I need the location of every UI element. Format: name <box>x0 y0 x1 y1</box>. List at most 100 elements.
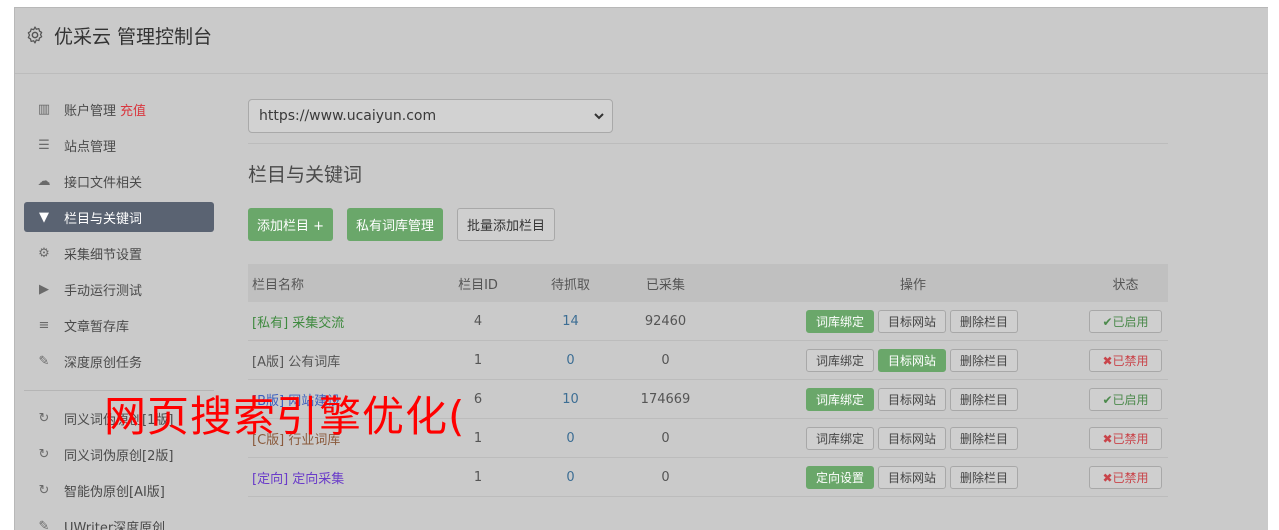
delete-column-button[interactable]: 删除栏目 <box>950 348 1019 372</box>
toolbar: 添加栏目 + 私有词库管理 批量添加栏目 <box>248 208 556 241</box>
server-icon: ☰ <box>38 137 50 153</box>
divider <box>248 143 1168 144</box>
target-site-button[interactable]: 目标网站 <box>878 387 947 411</box>
status-toggle[interactable]: ✖已禁用 <box>1089 348 1162 372</box>
row-actions: 词库绑定 目标网站 删除栏目 <box>718 426 1083 450</box>
page: 优采云 管理控制台 ▥ 账户管理 充值 ☰ 站点管理 ☁ 接口文件相关 ▼ 栏目… <box>0 0 1279 530</box>
directed-settings-button[interactable]: 定向设置 <box>806 465 875 489</box>
sidebar-item-label: 接口文件相关 <box>64 175 143 191</box>
sidebar-item-label: 手动运行测试 <box>64 283 143 299</box>
sidebar-item-interface-files[interactable]: ☁ 接口文件相关 <box>24 166 214 196</box>
status-toggle[interactable]: ✔已启用 <box>1089 387 1162 411</box>
status-toggle[interactable]: ✔已启用 <box>1089 309 1162 333</box>
header-collected: 已采集 <box>645 277 685 293</box>
header-ops: 操作 <box>900 277 927 293</box>
sidebar-item-columns-keywords[interactable]: ▼ 栏目与关键词 <box>24 202 214 232</box>
scrollbar[interactable] <box>1268 0 1279 530</box>
delete-column-button[interactable]: 删除栏目 <box>950 465 1019 489</box>
bind-library-button[interactable]: 词库绑定 <box>806 348 875 372</box>
row-actions: 词库绑定 目标网站 删除栏目 <box>718 387 1083 411</box>
bind-library-button[interactable]: 词库绑定 <box>806 309 875 333</box>
sidebar-item-manual-run[interactable]: ▶ 手动运行测试 <box>24 274 214 304</box>
column-name: 公有词库 <box>288 354 341 370</box>
watermark-overlay-text: 网页搜索引擎优化( <box>104 392 466 441</box>
sidebar-item-label: 深度原创任务 <box>64 355 143 371</box>
row-actions: 词库绑定 目标网站 删除栏目 <box>718 309 1083 333</box>
add-column-button[interactable]: 添加栏目 + <box>248 208 334 241</box>
column-id: 1 <box>473 352 483 368</box>
sidebar-item-collect-settings[interactable]: ⚙ 采集细节设置 <box>24 238 214 268</box>
sidebar-item-ai-rewrite[interactable]: ↻ 智能伪原创[AI版] <box>24 475 214 505</box>
collected-count: 0 <box>661 469 670 485</box>
wait-count[interactable]: 10 <box>528 392 613 407</box>
sidebar-item-sites[interactable]: ☰ 站点管理 <box>24 130 214 160</box>
status-toggle[interactable]: ✖已禁用 <box>1089 465 1162 489</box>
target-site-button[interactable]: 目标网站 <box>878 348 947 372</box>
collected-count: 174669 <box>640 391 691 407</box>
target-site-button[interactable]: 目标网站 <box>878 309 947 333</box>
bar-chart-icon: ▥ <box>37 101 51 117</box>
column-id: 4 <box>473 313 483 329</box>
wait-count[interactable]: 14 <box>528 314 613 329</box>
sidebar-item-deep-original[interactable]: ✎ 深度原创任务 <box>24 346 214 376</box>
header-wait: 待抓取 <box>550 277 590 293</box>
sidebar-item-label: 文章暂存库 <box>64 319 130 335</box>
top-edge <box>0 0 1279 7</box>
bind-library-button[interactable]: 词库绑定 <box>806 387 875 411</box>
filter-icon: ▼ <box>39 209 49 225</box>
columns-table: 栏目名称 栏目ID 待抓取 已采集 操作 状态 [私有] 采集交流 4 14 9… <box>248 264 1168 497</box>
app-title: 优采云 管理控制台 <box>54 26 213 48</box>
target-site-button[interactable]: 目标网站 <box>878 426 947 450</box>
table-header: 栏目名称 栏目ID 待抓取 已采集 操作 状态 <box>248 264 1168 302</box>
wait-count[interactable]: 0 <box>528 470 613 485</box>
delete-column-button[interactable]: 删除栏目 <box>950 309 1019 333</box>
private-library-button[interactable]: 私有词库管理 <box>347 208 444 241</box>
table-row: [定向] 定向采集 1 0 0 定向设置 目标网站 删除栏目 ✖已禁用 <box>248 458 1168 497</box>
column-name-link[interactable]: [定向] 定向采集 <box>248 468 428 487</box>
collected-count: 92460 <box>644 313 687 329</box>
column-name-link[interactable]: [A版] 公有词库 <box>248 351 428 370</box>
edit-icon: ✎ <box>38 518 50 530</box>
column-id: 1 <box>473 469 483 485</box>
sidebar-item-label: 同义词伪原创[2版] <box>64 448 174 464</box>
wait-count[interactable]: 0 <box>528 353 613 368</box>
header-id: 栏目ID <box>458 277 498 293</box>
header-status: 状态 <box>1112 277 1139 293</box>
refresh-icon: ↻ <box>38 446 50 462</box>
column-tag: [私有] <box>252 315 289 331</box>
delete-column-button[interactable]: 删除栏目 <box>950 426 1019 450</box>
page-title: 栏目与关键词 <box>248 164 363 186</box>
collected-count: 0 <box>661 352 670 368</box>
column-name: 采集交流 <box>292 315 345 331</box>
edit-icon: ✎ <box>38 353 50 369</box>
wait-count[interactable]: 0 <box>528 431 613 446</box>
site-select[interactable]: https://www.ucaiyun.com <box>248 99 613 133</box>
delete-column-button[interactable]: 删除栏目 <box>950 387 1019 411</box>
table-row: [私有] 采集交流 4 14 92460 词库绑定 目标网站 删除栏目 ✔已启用 <box>248 302 1168 341</box>
recharge-link[interactable]: 充值 <box>120 100 146 119</box>
sidebar-item-label: UWriter深度原创 <box>64 520 166 530</box>
chevron-down-icon <box>594 113 604 120</box>
sidebar-item-article-store[interactable]: ≡ 文章暂存库 <box>24 310 214 340</box>
cloud-upload-icon: ☁ <box>37 173 51 189</box>
sidebar-item-label: 账户管理 <box>64 103 117 119</box>
column-tag: [定向] <box>252 471 289 487</box>
bind-library-button[interactable]: 词库绑定 <box>806 426 875 450</box>
row-actions: 词库绑定 目标网站 删除栏目 <box>718 348 1083 372</box>
target-site-button[interactable]: 目标网站 <box>878 465 947 489</box>
main-content: https://www.ucaiyun.com 栏目与关键词 添加栏目 + 私有… <box>248 99 1168 497</box>
sidebar-item-label: 智能伪原创[AI版] <box>64 484 165 500</box>
collected-count: 0 <box>661 430 670 446</box>
sidebar-item-account[interactable]: ▥ 账户管理 充值 <box>24 94 214 124</box>
batch-add-button[interactable]: 批量添加栏目 <box>457 208 556 241</box>
gear-icon <box>27 26 43 44</box>
header-name: 栏目名称 <box>252 277 305 293</box>
status-toggle[interactable]: ✖已禁用 <box>1089 426 1162 450</box>
play-circle-icon: ▶ <box>39 281 49 297</box>
sidebar-item-label: 采集细节设置 <box>64 247 143 263</box>
database-icon: ≡ <box>38 317 50 333</box>
sidebar-item-label: 栏目与关键词 <box>64 211 143 227</box>
column-name-link[interactable]: [私有] 采集交流 <box>248 312 428 331</box>
refresh-icon: ↻ <box>38 410 50 426</box>
sidebar-item-uwriter[interactable]: ✎ UWriter深度原创 <box>24 511 214 530</box>
